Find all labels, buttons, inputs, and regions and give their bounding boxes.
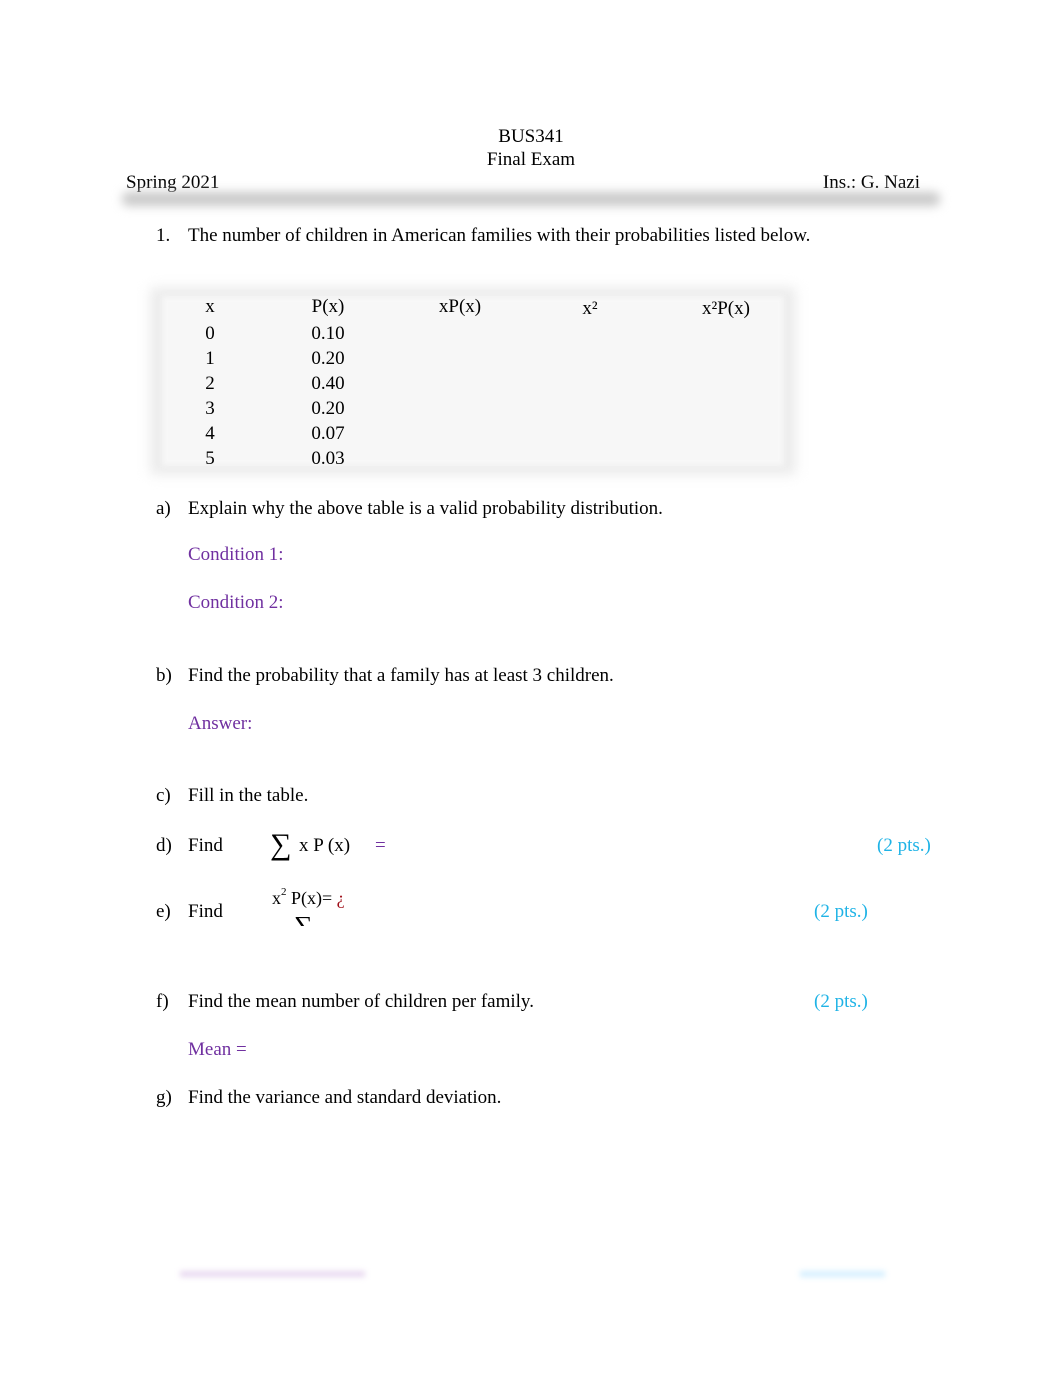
table-cell-px: 0.07 [311,423,345,444]
part-e-formula: x2 P(x)= ¿ [272,886,345,909]
faded-points-line [800,1271,885,1277]
table-cell-px: 0.20 [311,398,345,419]
part-e-label: e) [156,901,171,922]
part-e-text: Find [188,901,223,922]
table-cell-px: 0.03 [311,448,345,469]
table-cell-x: 2 [205,373,215,394]
part-d-text: Find [188,835,223,856]
table-inner [162,296,784,466]
header-x-squared-px: x²P(x) [702,298,750,319]
question-number: 1. [156,225,171,246]
formula-x: x [272,888,281,908]
inverted-question-glyph: ¿ [336,888,345,908]
term-label: Spring 2021 [126,172,220,193]
header-px: P(x) [311,296,345,317]
part-a-label: a) [156,498,171,519]
mean-label: Mean = [188,1039,247,1060]
question-prompt: The number of children in American famil… [188,225,811,246]
part-e-points: (2 pts.) [814,901,868,922]
formula-exponent: 2 [281,886,287,898]
table-cell-x: 1 [205,348,215,369]
table-cell-x: 4 [205,423,215,444]
part-a-text: Explain why the above table is a valid p… [188,498,663,519]
table-cell-x: 0 [205,323,215,344]
part-e-sigma: ∑ [294,912,313,926]
header-x: x [205,296,215,317]
part-g-text: Find the variance and standard deviation… [188,1087,502,1108]
table-cell-x: 5 [205,448,215,469]
formula-rest: P(x)= [291,888,333,908]
part-d-points: (2 pts.) [877,835,931,856]
faded-answer-line [180,1271,365,1277]
part-d-formula: x P (x) [299,835,351,856]
header-x-squared: x² [582,298,598,319]
instructor-label: Ins.: G. Nazi [822,172,920,193]
table-cell-x: 3 [205,398,215,419]
part-g-label: g) [156,1087,172,1108]
part-b-label: b) [156,665,172,686]
header-divider [122,192,940,206]
sigma-symbol: ∑ [270,828,292,861]
condition-2-label: Condition 2: [188,592,284,613]
part-c-text: Fill in the table. [188,785,309,806]
part-c-label: c) [156,785,171,806]
course-title: BUS341 [498,126,564,147]
part-f-text: Find the mean number of children per fam… [188,991,534,1012]
answer-label: Answer: [188,713,253,734]
part-d-label: d) [156,835,172,856]
part-d-equals: = [375,835,386,856]
table-cell-px: 0.40 [311,373,345,394]
part-f-label: f) [156,991,169,1012]
table-cell-px: 0.10 [311,323,345,344]
part-b-text: Find the probability that a family has a… [188,665,614,686]
condition-1-label: Condition 1: [188,544,284,565]
exam-title: Final Exam [486,149,576,170]
part-f-points: (2 pts.) [814,991,868,1012]
header-xpx: xP(x) [438,296,482,317]
table-cell-px: 0.20 [311,348,345,369]
